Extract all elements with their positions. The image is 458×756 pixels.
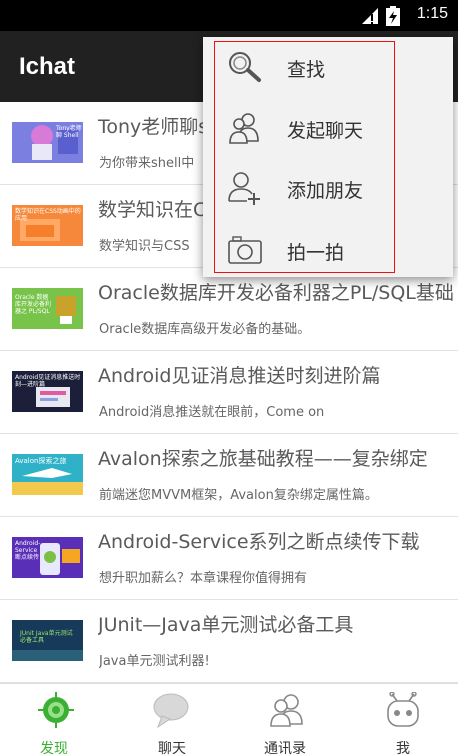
contacts-tab-icon: [270, 694, 303, 727]
battery-icon: [386, 6, 400, 26]
list-item[interactable]: Oracle 数据库开发必备利器之 PL/SQL Oracle数据库开发必备利器…: [0, 268, 458, 351]
course-thumbnail: Android见证消息推送时刻—进阶篇: [12, 371, 83, 412]
course-thumbnail: Avalon探索之旅: [12, 454, 83, 495]
course-thumbnail: Tony老师聊 Shell: [12, 122, 83, 163]
course-description: 想升职加薪么？本章课程你值得拥有: [99, 571, 308, 586]
search-icon: [229, 52, 261, 82]
thumbnail-caption: Android-Service 断点续传: [15, 540, 41, 561]
menu-item-add-friend[interactable]: 添加朋友: [203, 159, 453, 217]
signal-icon: [362, 8, 378, 24]
course-description: Android消息推送就在眼前，Come on: [99, 405, 325, 420]
course-title: Android-Service系列之断点续传下载: [98, 531, 420, 553]
tab-me[interactable]: 我: [368, 684, 440, 756]
list-item[interactable]: Avalon探索之旅 Avalon探索之旅基础教程——复杂绑定 前端迷您MVVM…: [0, 434, 458, 517]
menu-item-label: 添加朋友: [287, 180, 364, 202]
status-bar: 1:15: [0, 0, 458, 31]
add-friend-icon: [228, 172, 260, 205]
course-thumbnail: 数学知识在CSS动画中的应用: [12, 205, 83, 246]
list-item[interactable]: JUnit Java单元测试必备工具 JUnit—Java单元测试必备工具 Ja…: [0, 600, 458, 683]
tab-label: 我: [396, 741, 410, 756]
course-title: Avalon探索之旅基础教程——复杂绑定: [98, 448, 428, 470]
course-thumbnail: JUnit Java单元测试必备工具: [12, 620, 83, 661]
tab-label: 聊天: [158, 741, 186, 756]
thumbnail-caption: 数学知识在CSS动画中的应用: [15, 208, 81, 222]
menu-item-search[interactable]: 查找: [203, 38, 453, 96]
tab-discover[interactable]: 发现: [18, 684, 94, 756]
robot-me-icon: [387, 692, 419, 727]
bottom-tab-bar: 发现 聊天 通讯录 我: [0, 683, 458, 756]
list-item[interactable]: Android见证消息推送时刻—进阶篇 Android见证消息推送时刻进阶篇 A…: [0, 351, 458, 434]
tab-contacts[interactable]: 通讯录: [248, 684, 328, 756]
discover-icon: [38, 692, 74, 728]
camera-icon: [228, 236, 262, 264]
tab-label: 通讯录: [264, 741, 306, 756]
thumbnail-caption: Oracle 数据库开发必备利器之 PL/SQL: [15, 294, 52, 315]
course-description: Oracle数据库高级开发必备的基础。: [99, 322, 311, 337]
thumbnail-caption: JUnit Java单元测试必备工具: [20, 630, 73, 644]
list-item[interactable]: Android-Service 断点续传 Android-Service系列之断…: [0, 517, 458, 600]
tab-label: 发现: [40, 741, 68, 756]
course-title: Oracle数据库开发必备利器之PL/SQL基础: [98, 282, 453, 304]
course-thumbnail: Oracle 数据库开发必备利器之 PL/SQL: [12, 288, 83, 329]
tab-chat[interactable]: 聊天: [134, 684, 210, 756]
course-description: 前端迷您MVVM框架，Avalon复杂绑定属性篇。: [99, 488, 378, 503]
status-time: 1:15: [416, 5, 448, 22]
menu-item-label: 拍一拍: [287, 242, 345, 264]
menu-item-shake[interactable]: 拍一拍: [203, 221, 453, 279]
course-thumbnail: Android-Service 断点续传: [12, 537, 83, 578]
course-description: Java单元测试利器!: [99, 654, 210, 669]
menu-item-label: 发起聊天: [287, 120, 364, 142]
app-title: Ichat: [19, 53, 76, 80]
menu-item-start-chat[interactable]: 发起聊天: [203, 99, 453, 157]
chat-bubble-icon: [153, 693, 189, 728]
overflow-popup-menu: 查找 发起聊天 添加朋友 拍一拍: [203, 37, 453, 277]
thumbnail-caption: Android见证消息推送时刻—进阶篇: [15, 374, 81, 388]
thumbnail-caption: Avalon探索之旅: [15, 457, 67, 465]
course-title: Android见证消息推送时刻进阶篇: [98, 365, 381, 387]
menu-item-label: 查找: [287, 59, 326, 81]
course-title: JUnit—Java单元测试必备工具: [98, 614, 354, 636]
contacts-icon: [229, 113, 259, 144]
thumbnail-caption: Tony老师聊 Shell: [56, 125, 82, 139]
